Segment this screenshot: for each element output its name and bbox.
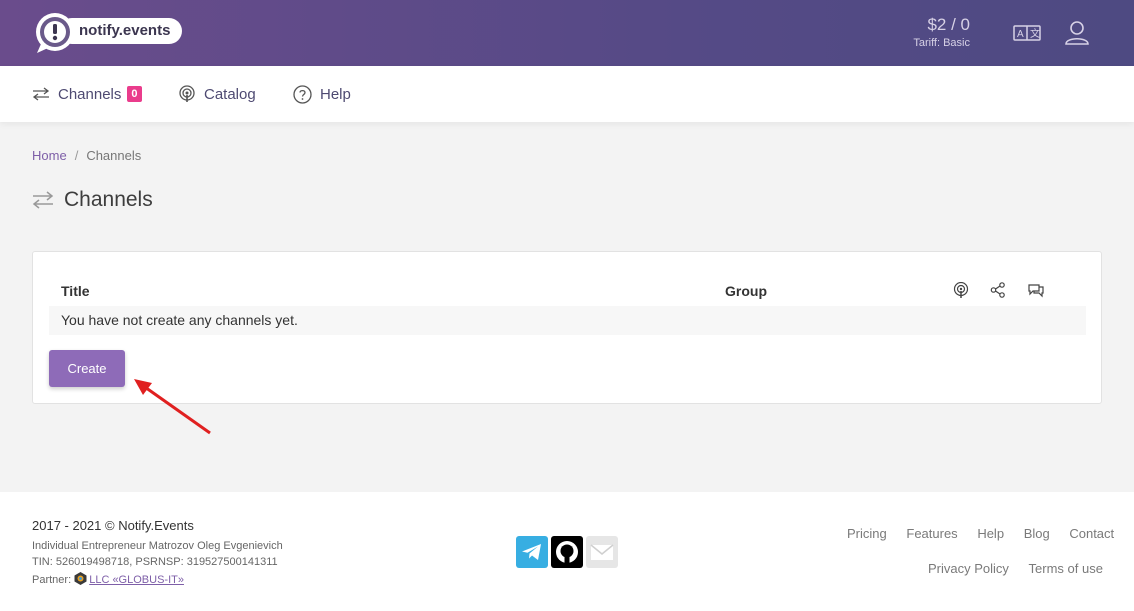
- page-title: Channels: [32, 188, 153, 212]
- footer-link-contact[interactable]: Contact: [1069, 526, 1114, 541]
- footer-tin: TIN: 526019498718, PSRNSP: 3195275001413…: [32, 556, 278, 568]
- balance-amount: $2 / 0: [927, 15, 970, 34]
- footer: 2017 - 2021 © Notify.Events Individual E…: [0, 492, 1134, 611]
- footer-link-blog[interactable]: Blog: [1024, 526, 1050, 541]
- page-title-text: Channels: [64, 188, 153, 211]
- help-icon: [293, 84, 312, 104]
- breadcrumb-home[interactable]: Home: [32, 148, 67, 163]
- nav-help-label: Help: [320, 85, 351, 103]
- github-icon[interactable]: [551, 536, 583, 568]
- footer-link-pricing[interactable]: Pricing: [847, 526, 887, 541]
- footer-link-help[interactable]: Help: [977, 526, 1004, 541]
- nav-catalog[interactable]: Catalog: [178, 66, 256, 122]
- podcast-icon: [179, 85, 195, 102]
- logo[interactable]: notify.events: [33, 11, 183, 55]
- user-icon[interactable]: [1064, 20, 1090, 51]
- channels-icon: [32, 191, 54, 209]
- annotation-arrow-icon: [130, 374, 214, 441]
- svg-text:A: A: [1017, 29, 1024, 40]
- balance-widget[interactable]: $2 / 0 Tariff: Basic: [900, 15, 970, 50]
- telegram-icon[interactable]: [516, 536, 548, 568]
- sources-icon: [953, 281, 969, 304]
- breadcrumb-separator: /: [74, 148, 79, 163]
- nav-channels-label: Channels: [58, 85, 122, 103]
- breadcrumb: Home / Channels: [32, 148, 141, 163]
- footer-links-primary: Pricing Features Help Blog Contact: [831, 526, 1114, 541]
- channels-count-badge: 0: [127, 86, 142, 102]
- nav-help[interactable]: Help: [293, 66, 351, 122]
- column-title: Title: [61, 283, 90, 299]
- footer-copyright: 2017 - 2021 © Notify.Events: [32, 518, 194, 533]
- column-group: Group: [725, 283, 767, 299]
- share-icon: [990, 282, 1006, 303]
- logo-text: notify.events: [59, 18, 183, 44]
- footer-link-terms[interactable]: Terms of use: [1029, 561, 1103, 576]
- partner-link[interactable]: LLC «GLOBUS-IT»: [89, 574, 184, 586]
- top-header: notify.events $2 / 0 Tariff: Basic A 文: [0, 0, 1134, 66]
- partner-label: Partner:: [32, 574, 72, 586]
- footer-entrepreneur: Individual Entrepreneur Matrozov Oleg Ev…: [32, 540, 283, 552]
- tariff-label: Tariff: Basic: [913, 37, 970, 49]
- footer-link-privacy[interactable]: Privacy Policy: [928, 561, 1009, 576]
- footer-link-features[interactable]: Features: [906, 526, 957, 541]
- breadcrumb-current: Channels: [86, 148, 142, 163]
- messengers-icon: [1027, 282, 1045, 303]
- empty-state-row: You have not create any channels yet.: [49, 306, 1086, 335]
- nav-catalog-label: Catalog: [204, 85, 256, 103]
- channels-icon: [32, 87, 50, 101]
- translate-icon[interactable]: A 文: [1013, 20, 1041, 51]
- globus-logo-icon: [74, 572, 87, 585]
- create-button[interactable]: Create: [49, 350, 125, 387]
- logo-icon: [33, 11, 77, 55]
- svg-text:文: 文: [1030, 27, 1040, 40]
- footer-links-legal: Privacy Policy Terms of use: [912, 561, 1103, 576]
- nav-channels[interactable]: Channels 0: [32, 66, 142, 122]
- email-icon[interactable]: [586, 536, 618, 568]
- footer-partner: Partner: LLC «GLOBUS-IT»: [32, 572, 184, 586]
- main-nav: Channels 0 Catalog Help: [0, 66, 1134, 122]
